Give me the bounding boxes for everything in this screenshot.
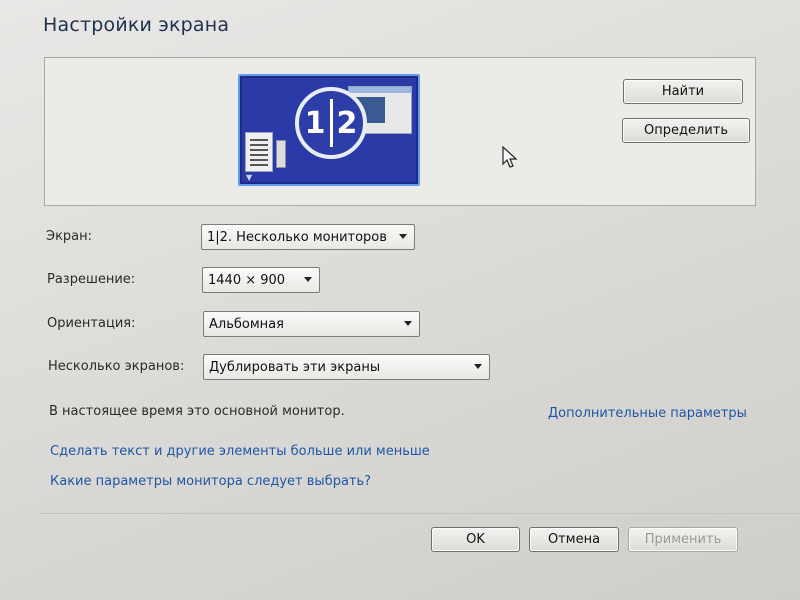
monitor-number-badge: 1 2 (295, 87, 367, 159)
cancel-button[interactable]: Отмена (529, 527, 619, 552)
screen-label: Экран: (46, 229, 93, 244)
identify-button[interactable]: Определить (622, 118, 750, 143)
orientation-label: Ориентация: (47, 316, 136, 331)
orientation-select-value: Альбомная (209, 316, 284, 332)
monitor-preview-icon[interactable]: 1 2 ▼ (238, 74, 420, 186)
ok-button[interactable]: OK (431, 527, 520, 552)
chevron-down-icon (404, 321, 412, 326)
thumb-arrow-icon: ▼ (246, 173, 253, 182)
text-size-link[interactable]: Сделать текст и другие элементы больше и… (50, 444, 430, 459)
find-button[interactable]: Найти (623, 79, 743, 104)
apply-button[interactable]: Применить (628, 527, 738, 552)
preview-window-thumbnail (276, 140, 286, 168)
cursor-arrow-icon (502, 146, 518, 168)
chevron-down-icon (399, 234, 407, 239)
monitor-number-right: 2 (336, 105, 358, 141)
footer-divider (40, 513, 800, 514)
chevron-down-icon (474, 364, 482, 369)
monitor-number-left: 1 (304, 105, 326, 141)
multiple-displays-select-value: Дублировать эти экраны (209, 359, 381, 375)
multiple-displays-select[interactable]: Дублировать эти экраны (203, 354, 490, 380)
advanced-settings-link[interactable]: Дополнительные параметры (548, 406, 747, 421)
preview-window-thumbnail (245, 132, 273, 172)
screen-select[interactable]: 1|2. Несколько мониторов (201, 224, 415, 250)
resolution-select[interactable]: 1440 × 900 (202, 267, 320, 293)
monitor-preview-panel: 1 2 ▼ Найти Определить (44, 57, 756, 206)
monitor-help-link[interactable]: Какие параметры монитора следует выбрать… (50, 474, 371, 489)
window-title: Настройки экрана (43, 14, 230, 36)
chevron-down-icon (304, 277, 312, 282)
multiple-displays-label: Несколько экранов: (48, 359, 185, 374)
primary-monitor-status: В настоящее время это основной монитор. (49, 404, 345, 419)
orientation-select[interactable]: Альбомная (203, 311, 420, 337)
screen-select-value: 1|2. Несколько мониторов (207, 229, 387, 245)
resolution-label: Разрешение: (47, 272, 136, 287)
resolution-select-value: 1440 × 900 (208, 272, 286, 288)
